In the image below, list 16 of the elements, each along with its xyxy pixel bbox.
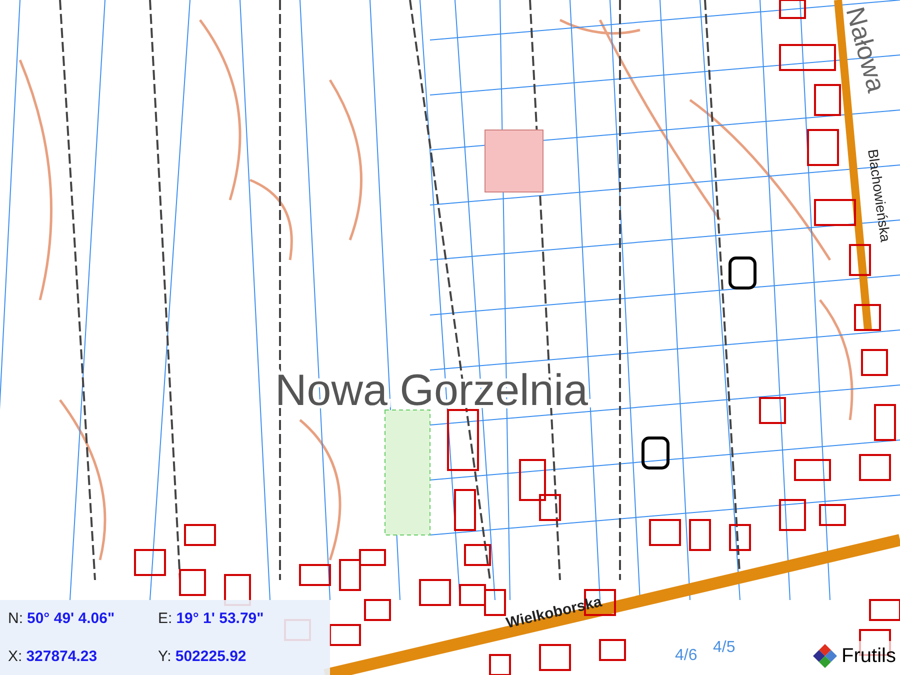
street-label: Nałowa (840, 4, 892, 96)
coordinate-value: 327874.23 (26, 646, 98, 666)
parcel-number: 4/6 (675, 647, 698, 664)
logo-icon (812, 643, 838, 669)
building-outline (728, 256, 756, 290)
parcel-number: 4/5 (713, 639, 736, 656)
highlighted-parcel[interactable] (484, 130, 544, 192)
street-label: Blachowieńska (865, 148, 894, 243)
coordinate-value: 50° 49' 4.06" (27, 609, 115, 629)
coordinate-label: Y: (158, 646, 172, 666)
coordinate-label: E: (158, 609, 172, 629)
coordinate-value: 19° 1' 53.79" (176, 609, 264, 629)
coordinate-value: 502225.92 (175, 646, 246, 666)
building-outline (642, 436, 670, 470)
coordinate-label: X: (8, 646, 22, 666)
coordinate-label: N: (8, 609, 23, 629)
